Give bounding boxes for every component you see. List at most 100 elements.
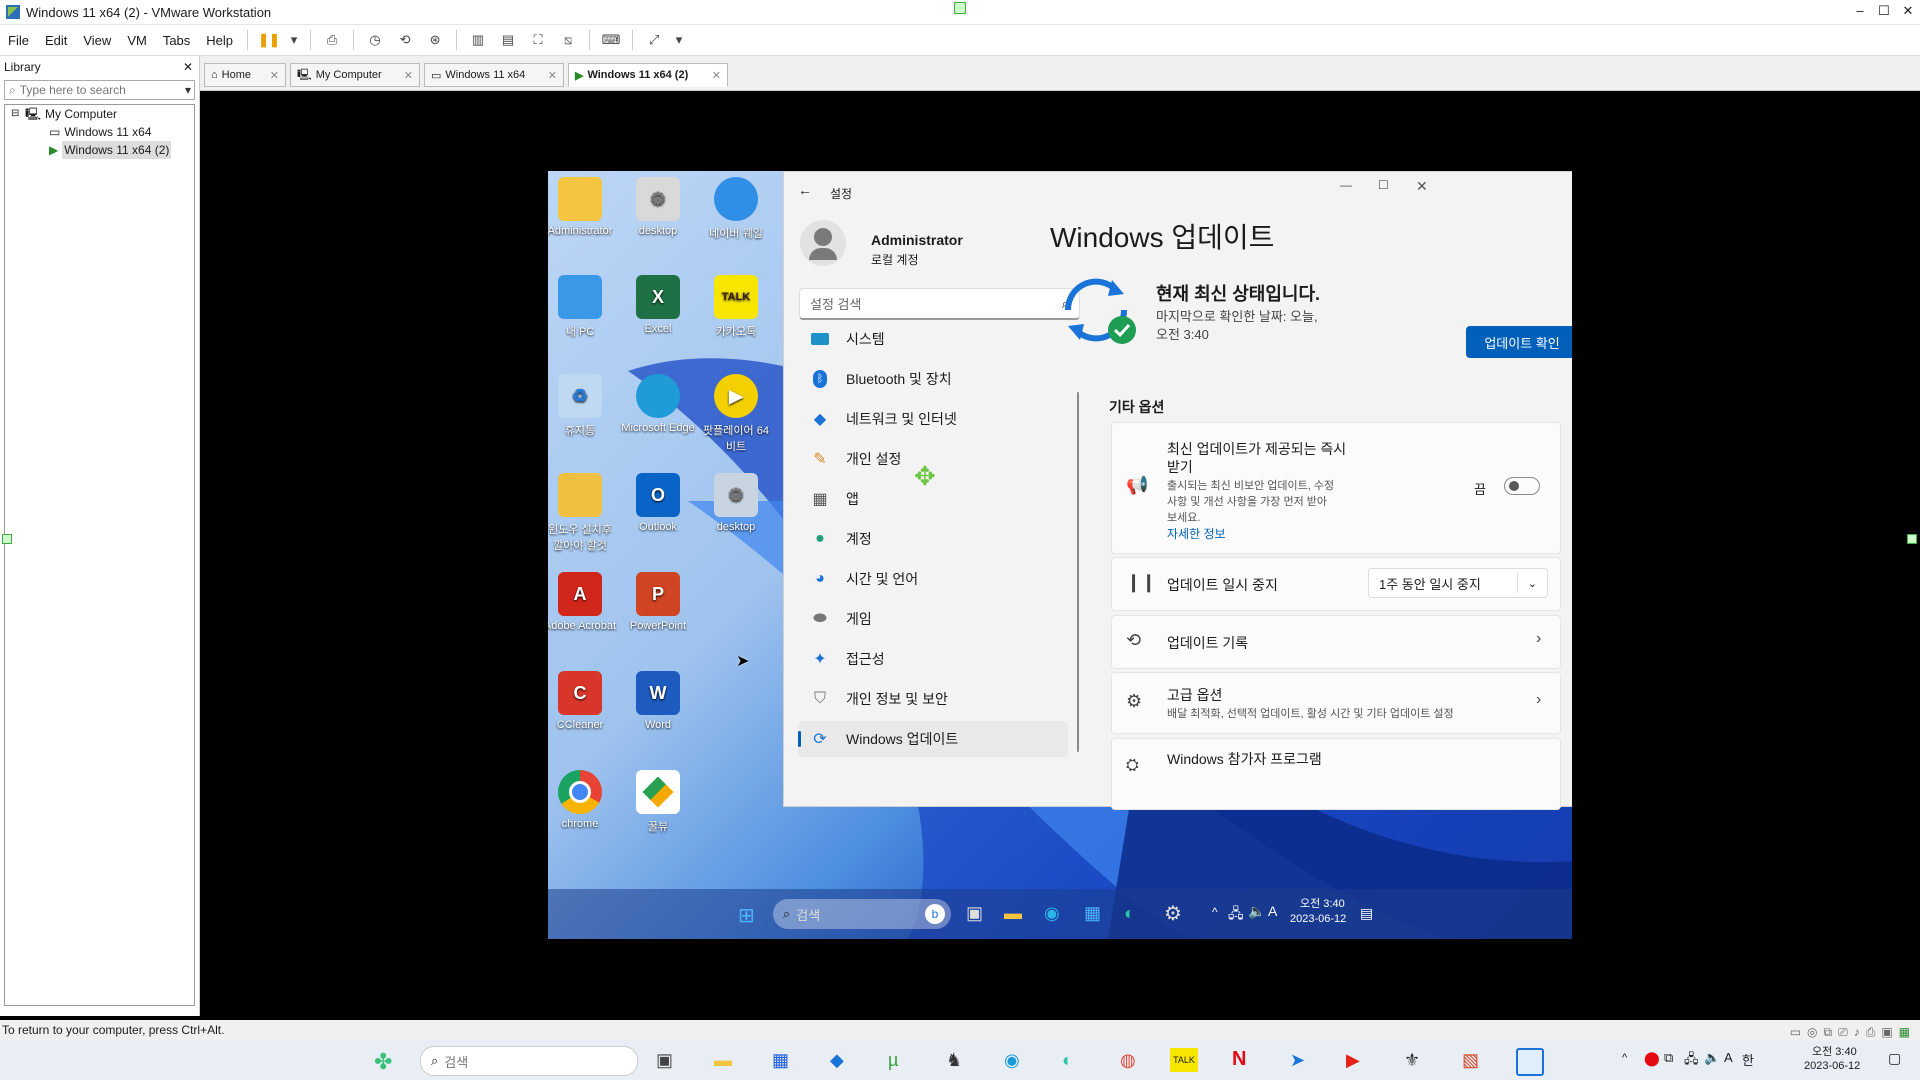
desktop-icon-chrome[interactable]: chrome — [548, 770, 617, 830]
resize-handle-icon[interactable] — [954, 2, 966, 14]
check-updates-button[interactable]: 업데이트 확인 — [1466, 326, 1572, 358]
vm-clock-time[interactable]: 오전 3:40 — [1300, 895, 1345, 911]
pause-duration-dropdown[interactable]: 1주 동안 일시 중지 ⌄ — [1368, 568, 1548, 598]
snapshot-manager-icon[interactable]: ⊛ — [425, 30, 445, 50]
desktop-icon-kakaotalk[interactable]: TALK 카카오톡 — [699, 275, 773, 339]
latest-updates-toggle[interactable] — [1504, 477, 1540, 495]
app-icon[interactable]: ➤ — [1290, 1050, 1305, 1071]
desktop-icon-powerpoint[interactable]: P PowerPoint — [621, 572, 695, 632]
menu-tabs[interactable]: Tabs — [155, 33, 198, 48]
desktop-icon-outlook[interactable]: O Outlook — [621, 473, 695, 533]
cd-dvd-icon[interactable]: ◎ — [1807, 1022, 1817, 1042]
close-window-button[interactable]: ✕ — [1896, 0, 1920, 24]
show-library-icon[interactable]: ▥ — [468, 30, 488, 50]
maximize-button[interactable]: ☐ — [1378, 178, 1389, 192]
unity-icon[interactable]: ⧅ — [558, 30, 578, 50]
vmware-icon[interactable] — [1516, 1048, 1544, 1076]
insider-program-card[interactable]: ⛭ Windows 참가자 프로그램 — [1111, 738, 1561, 810]
input-language-icon[interactable]: A — [1268, 903, 1277, 919]
message-icon[interactable]: ▦ — [1899, 1022, 1910, 1042]
desktop-icon-ccleaner[interactable]: C CCleaner — [548, 671, 617, 731]
edge-icon[interactable]: ◉ — [1004, 1050, 1020, 1071]
settings-gear-icon[interactable]: ⚙ — [1164, 901, 1182, 926]
desktop-icon-whale[interactable]: 네이버 웨일 — [699, 177, 773, 241]
desktop-icon-recycle-bin[interactable]: ♻ 휴지통 — [548, 374, 617, 438]
maximize-button[interactable]: ☐ — [1872, 0, 1896, 24]
network-icon[interactable]: 🖧 — [1228, 903, 1244, 927]
vm-taskbar-search[interactable]: ⌕ 검색 b — [773, 899, 951, 929]
input-language-icon[interactable]: A — [1724, 1050, 1733, 1065]
app-icon[interactable]: ♞ — [946, 1050, 962, 1071]
edge-icon[interactable]: ◉ — [1044, 903, 1060, 924]
tab-home[interactable]: ⌂ Home ✕ — [204, 63, 286, 87]
close-tab-icon[interactable]: ✕ — [712, 69, 721, 82]
start-icon[interactable]: ✤ — [374, 1049, 392, 1075]
dropdown-arrow-icon[interactable]: ▾ — [674, 30, 684, 50]
collapse-icon[interactable]: ⊟ — [11, 105, 21, 123]
desktop-icon-install-folder[interactable]: 윈도우 설치후 깔아야 할것 — [548, 473, 617, 553]
tree-node-vm[interactable]: ▭ Windows 11 x64 — [5, 123, 194, 141]
minimize-button[interactable]: — — [1340, 178, 1352, 192]
desktop-icon-acrobat[interactable]: A Adobe Acrobat — [548, 572, 617, 632]
desktop-icon-desktop[interactable]: ⚙ desktop — [621, 177, 695, 237]
close-window-button[interactable]: ✕ — [1416, 178, 1428, 195]
back-arrow-icon[interactable]: ← — [798, 182, 812, 198]
task-view-icon[interactable]: ▣ — [966, 903, 983, 924]
update-history-card[interactable]: ⟲ 업데이트 기록 › — [1111, 615, 1561, 669]
pause-icon[interactable]: ❚❚ — [258, 30, 280, 50]
nav-item-bluetooth[interactable]: ᛒ Bluetooth 및 장치 — [798, 361, 1068, 397]
thumbnail-bar-icon[interactable]: ▤ — [498, 30, 518, 50]
full-screen-icon[interactable]: ⛶ — [528, 30, 548, 50]
tray-app-icon[interactable]: ⧉ — [1664, 1050, 1673, 1066]
display-icon[interactable]: ▣ — [1881, 1022, 1892, 1042]
chevron-up-icon[interactable]: ^ — [1212, 905, 1218, 919]
resize-handle-icon[interactable] — [2, 534, 12, 544]
app-icon[interactable]: ◆ — [830, 1050, 844, 1071]
desktop-icon-administrator[interactable]: Administrator — [548, 177, 617, 237]
store-icon[interactable]: ▦ — [1084, 903, 1101, 924]
whale-browser-icon[interactable]: ◐ — [1062, 1050, 1073, 1071]
revert-snapshot-icon[interactable]: ⟲ — [395, 30, 415, 50]
menu-edit[interactable]: Edit — [37, 33, 75, 48]
desktop-icon-potplayer[interactable]: ▶ 팟플레이어 64 비트 — [699, 374, 773, 454]
vm-display[interactable]: Administrator ⚙ desktop 네이버 웨일 내 PC X Ex… — [548, 171, 1572, 939]
whale-browser-icon[interactable]: ◐ — [1124, 903, 1135, 924]
app-icon[interactable]: ▧ — [1462, 1050, 1479, 1071]
desktop-icon-desktop-2[interactable]: ⚙ desktop — [699, 473, 773, 533]
menu-file[interactable]: File — [0, 33, 37, 48]
utorrent-icon[interactable]: µ — [888, 1050, 898, 1071]
host-taskbar-search[interactable]: ⌕ 검색 — [420, 1046, 638, 1076]
close-tab-icon[interactable]: ✕ — [548, 69, 557, 82]
close-tab-icon[interactable]: ✕ — [404, 69, 413, 82]
chrome-icon[interactable]: ◍ — [1120, 1050, 1136, 1071]
desktop-icon-this-pc[interactable]: 내 PC — [548, 275, 617, 339]
desktop-icon-edge[interactable]: Microsoft Edge — [621, 374, 695, 434]
nav-item-accounts[interactable]: ● 계정 — [798, 521, 1068, 557]
library-search-input[interactable]: Type here to search — [20, 83, 185, 97]
notification-icon[interactable]: ▢ — [1888, 1050, 1901, 1067]
close-library-icon[interactable]: ✕ — [183, 56, 193, 78]
notification-icon[interactable]: ▤ — [1360, 905, 1373, 922]
tab-windows-11-x64-2[interactable]: ▶ Windows 11 x64 (2) ✕ — [568, 63, 728, 87]
nav-item-windows-update[interactable]: ⟳ Windows 업데이트 — [798, 721, 1068, 757]
store-icon[interactable]: ▦ — [772, 1050, 789, 1071]
menu-help[interactable]: Help — [198, 33, 241, 48]
desktop-icon-excel[interactable]: X Excel — [621, 275, 695, 335]
youtube-icon[interactable]: ▶ — [1346, 1050, 1360, 1071]
chevron-up-icon[interactable]: ^ — [1622, 1052, 1627, 1064]
host-clock-date[interactable]: 2023-06-12 — [1804, 1060, 1860, 1072]
netflix-icon[interactable]: N — [1232, 1048, 1246, 1071]
bing-icon[interactable]: b — [925, 904, 945, 924]
network-icon[interactable]: 🖧 — [1684, 1050, 1699, 1072]
sound-icon[interactable]: ♪ — [1854, 1022, 1860, 1042]
menu-vm[interactable]: VM — [119, 33, 155, 48]
nav-scrollbar[interactable] — [1077, 392, 1079, 752]
resize-handle-icon[interactable] — [1907, 534, 1917, 544]
console-view-icon[interactable]: ⌨ — [601, 30, 621, 50]
tab-windows-11-x64[interactable]: ▭ Windows 11 x64 ✕ — [424, 63, 564, 87]
nav-item-time-language[interactable]: ◕ 시간 및 언어 — [798, 561, 1068, 597]
usb-icon[interactable]: ⎚ — [1838, 1022, 1848, 1042]
advanced-options-card[interactable]: ⚙ 고급 옵션 배달 최적화, 선택적 업데이트, 활성 시간 및 기타 업데이… — [1111, 672, 1561, 734]
desktop-icon-honeyview[interactable]: 꿀뷰 — [621, 770, 695, 834]
minimize-button[interactable]: – — [1848, 0, 1872, 24]
